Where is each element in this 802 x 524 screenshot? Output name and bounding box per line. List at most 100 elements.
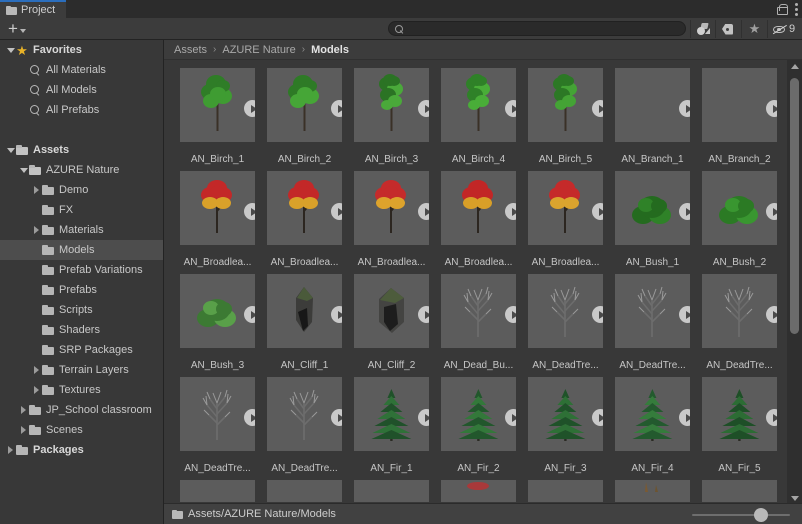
asset-thumbnail[interactable] (441, 171, 516, 245)
lock-icon[interactable] (777, 3, 788, 15)
sidebar-item-scenes[interactable]: Scenes (0, 420, 163, 440)
expand-sub-assets-button[interactable] (505, 203, 516, 220)
expand-sub-assets-button[interactable] (505, 409, 516, 426)
asset-thumbnail[interactable] (180, 480, 255, 502)
sidebar-item-assets[interactable]: Assets (0, 140, 163, 160)
asset-thumbnail[interactable] (267, 480, 342, 502)
asset-grid-item[interactable]: AN_Bush_2 (696, 171, 783, 274)
sidebar-item-models[interactable]: Models (0, 240, 163, 260)
asset-grid-item[interactable]: AN_DeadTre... (522, 274, 609, 377)
asset-thumbnail[interactable] (354, 274, 429, 348)
expand-sub-assets-button[interactable] (766, 306, 777, 323)
expand-sub-assets-button[interactable] (331, 203, 342, 220)
asset-thumbnail[interactable] (528, 274, 603, 348)
asset-grid-item[interactable]: AN_DeadTre... (261, 377, 348, 480)
asset-thumbnail[interactable] (615, 68, 690, 142)
search-field[interactable] (388, 21, 686, 36)
chevron-down-icon[interactable] (6, 46, 15, 55)
asset-grid-item[interactable]: AN_DeadTre... (174, 377, 261, 480)
asset-thumbnail[interactable] (180, 377, 255, 451)
asset-thumbnail[interactable] (267, 68, 342, 142)
expand-sub-assets-button[interactable] (244, 203, 255, 220)
asset-grid-item[interactable]: AN_Broadlea... (348, 171, 435, 274)
asset-grid-item[interactable]: AN_Broadlea... (261, 171, 348, 274)
asset-grid-item[interactable]: AN_DeadTre... (696, 274, 783, 377)
asset-grid-item[interactable]: AN_Cliff_2 (348, 274, 435, 377)
chevron-right-icon[interactable] (19, 406, 28, 415)
asset-thumbnail[interactable] (267, 377, 342, 451)
sidebar-item-all-materials[interactable]: All Materials (0, 60, 163, 80)
chevron-down-icon[interactable] (19, 166, 28, 175)
search-input[interactable] (403, 22, 685, 35)
sidebar-item-all-models[interactable]: All Models (0, 80, 163, 100)
chevron-right-icon[interactable] (32, 366, 41, 375)
asset-grid-item[interactable]: AN_Fir_4 (609, 377, 696, 480)
asset-grid-item[interactable]: AN_Birch_2 (261, 68, 348, 171)
chevron-right-icon[interactable] (32, 386, 41, 395)
expand-sub-assets-button[interactable] (505, 100, 516, 117)
expand-sub-assets-button[interactable] (766, 409, 777, 426)
sidebar-item-azure-nature[interactable]: AZURE Nature (0, 160, 163, 180)
expand-sub-assets-button[interactable] (679, 306, 690, 323)
asset-thumbnail[interactable] (354, 68, 429, 142)
asset-thumbnail[interactable] (441, 377, 516, 451)
asset-grid-item[interactable] (348, 480, 435, 502)
asset-thumbnail[interactable] (528, 171, 603, 245)
thumbnail-size-slider[interactable] (692, 508, 790, 522)
asset-grid-item[interactable] (261, 480, 348, 502)
expand-sub-assets-button[interactable] (331, 306, 342, 323)
breadcrumb-item-models[interactable]: Models (311, 44, 349, 56)
hidden-packages-button[interactable]: 9 (768, 20, 800, 38)
asset-thumbnail[interactable] (702, 480, 777, 502)
scrollbar-thumb[interactable] (790, 78, 799, 334)
expand-sub-assets-button[interactable] (592, 306, 603, 323)
sidebar-item-fx[interactable]: FX (0, 200, 163, 220)
sidebar-item-packages[interactable]: Packages (0, 440, 163, 460)
asset-thumbnail[interactable] (702, 377, 777, 451)
breadcrumb-item-assets[interactable]: Assets (174, 44, 207, 56)
sidebar-item-terrain-layers[interactable]: Terrain Layers (0, 360, 163, 380)
sidebar-item-materials[interactable]: Materials (0, 220, 163, 240)
asset-thumbnail[interactable] (267, 171, 342, 245)
asset-thumbnail[interactable] (528, 480, 603, 502)
asset-grid-item[interactable]: AN_Broadlea... (522, 171, 609, 274)
sidebar-item-all-prefabs[interactable]: All Prefabs (0, 100, 163, 120)
chevron-right-icon[interactable] (19, 426, 28, 435)
asset-thumbnail[interactable] (441, 274, 516, 348)
sidebar-item-favorites[interactable]: ★ Favorites (0, 40, 163, 60)
asset-thumbnail[interactable] (615, 171, 690, 245)
expand-sub-assets-button[interactable] (244, 100, 255, 117)
asset-grid-item[interactable]: AN_Branch_2 (696, 68, 783, 171)
chevron-right-icon[interactable] (6, 446, 15, 455)
asset-grid-item[interactable] (609, 480, 696, 502)
expand-sub-assets-button[interactable] (592, 409, 603, 426)
asset-thumbnail[interactable] (615, 377, 690, 451)
asset-grid-item[interactable]: AN_Dead_Bu... (435, 274, 522, 377)
asset-thumbnail[interactable] (180, 171, 255, 245)
asset-grid-item[interactable]: AN_Fir_1 (348, 377, 435, 480)
expand-sub-assets-button[interactable] (592, 100, 603, 117)
asset-grid-item[interactable]: AN_Broadlea... (435, 171, 522, 274)
expand-sub-assets-button[interactable] (418, 306, 429, 323)
scroll-up-button[interactable] (787, 60, 802, 73)
asset-thumbnail[interactable] (702, 171, 777, 245)
asset-grid-item[interactable]: AN_Birch_5 (522, 68, 609, 171)
asset-thumbnail[interactable] (528, 377, 603, 451)
expand-sub-assets-button[interactable] (679, 100, 690, 117)
asset-grid-item[interactable]: AN_Bush_3 (174, 274, 261, 377)
expand-sub-assets-button[interactable] (418, 100, 429, 117)
asset-grid-item[interactable]: AN_Birch_1 (174, 68, 261, 171)
asset-thumbnail[interactable] (702, 68, 777, 142)
vertical-scrollbar[interactable] (787, 60, 802, 505)
asset-grid-item[interactable]: AN_Fir_2 (435, 377, 522, 480)
asset-grid-item[interactable]: AN_DeadTre... (609, 274, 696, 377)
asset-grid-item[interactable]: AN_Birch_3 (348, 68, 435, 171)
expand-sub-assets-button[interactable] (766, 203, 777, 220)
asset-thumbnail[interactable] (441, 68, 516, 142)
expand-sub-assets-button[interactable] (331, 100, 342, 117)
asset-thumbnail[interactable] (441, 480, 516, 502)
asset-thumbnail[interactable] (615, 274, 690, 348)
expand-sub-assets-button[interactable] (244, 409, 255, 426)
asset-grid-item[interactable] (696, 480, 783, 502)
asset-thumbnail[interactable] (180, 274, 255, 348)
